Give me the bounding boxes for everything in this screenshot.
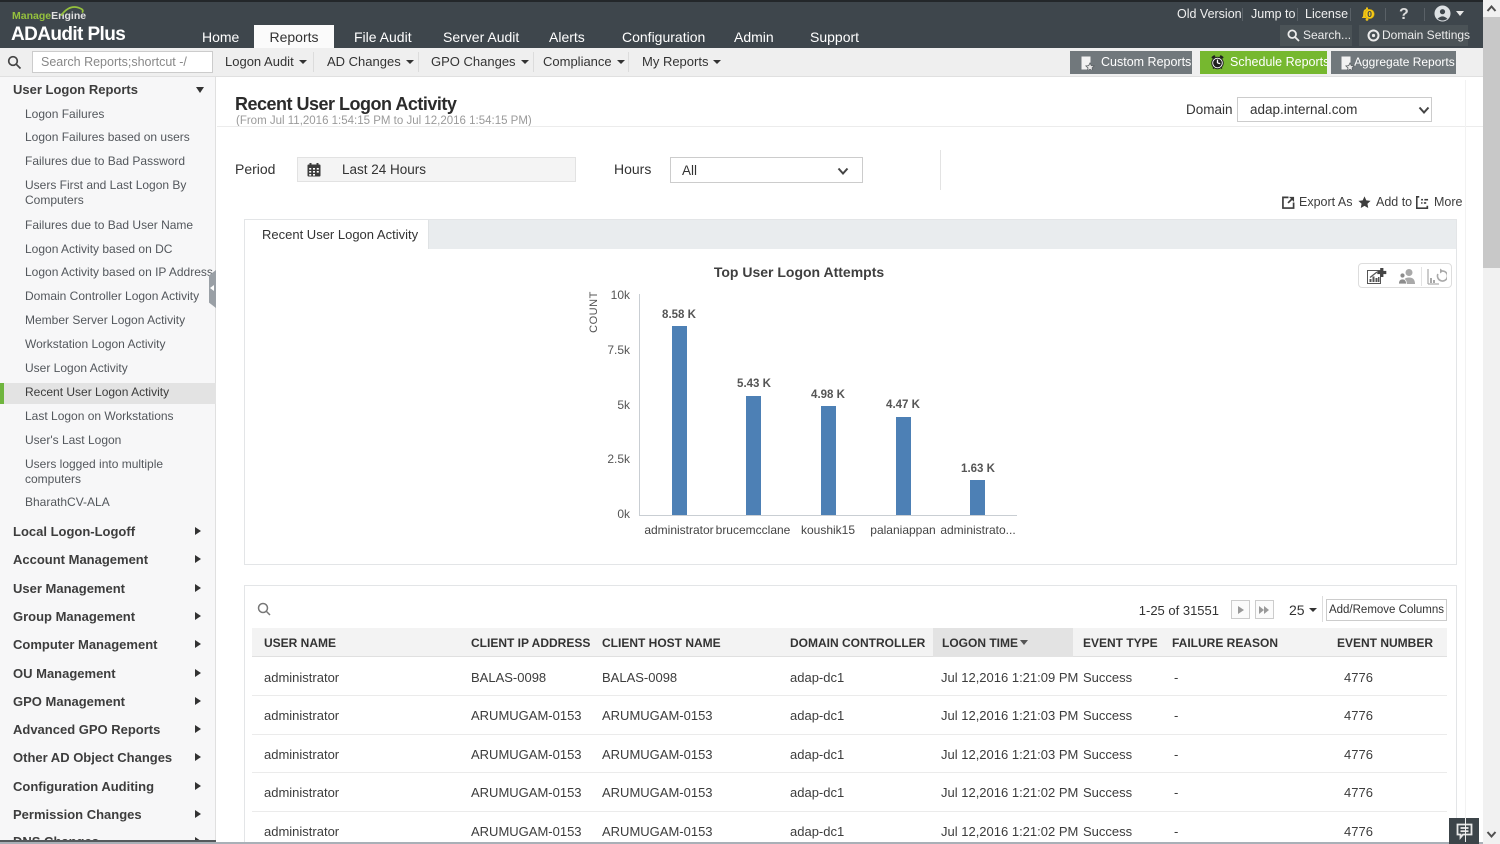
svg-text:0: 0 [1367, 9, 1372, 19]
